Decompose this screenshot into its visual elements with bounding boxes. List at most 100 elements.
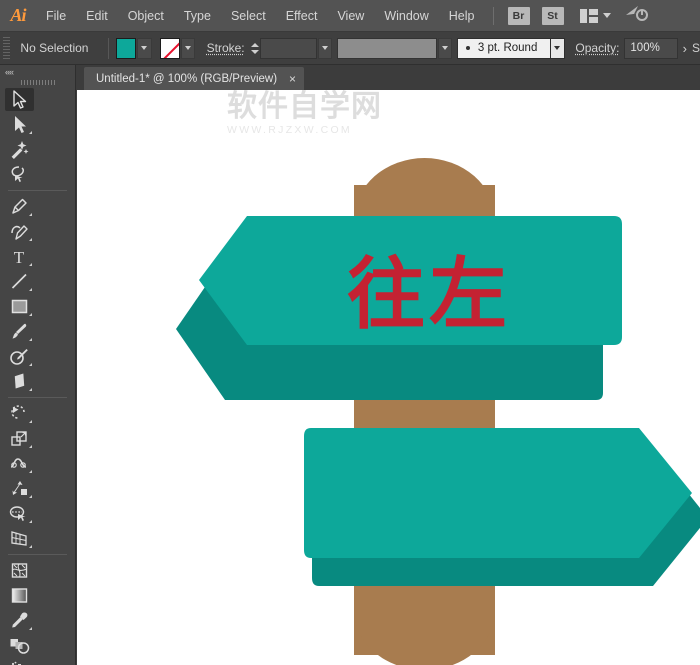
close-icon[interactable]: × <box>289 72 296 86</box>
stock-button[interactable]: St <box>542 7 564 25</box>
tool-more-indicator <box>29 520 32 523</box>
tool-more-indicator <box>29 263 32 266</box>
svg-text:T: T <box>14 248 25 266</box>
variable-width-profile-input[interactable] <box>337 38 436 59</box>
document-tab[interactable]: Untitled-1* @ 100% (RGB/Preview) × <box>84 67 304 90</box>
opacity-input[interactable]: 100% <box>624 38 677 59</box>
document-tab-title: Untitled-1* @ 100% (RGB/Preview) <box>96 73 277 85</box>
menu-window[interactable]: Window <box>374 0 438 32</box>
stroke-weight-label: Stroke: <box>207 41 245 55</box>
tool-paintbrush[interactable] <box>0 319 38 344</box>
document-tab-bar: Untitled-1* @ 100% (RGB/Preview) × <box>76 65 700 90</box>
variable-width-dropdown[interactable] <box>438 38 452 59</box>
menu-bar: Ai File Edit Object Type Select Effect V… <box>0 0 700 32</box>
tool-more-indicator <box>29 495 32 498</box>
tool-eraser[interactable] <box>0 369 38 394</box>
tool-line-segment[interactable] <box>0 269 38 294</box>
tool-more-indicator <box>29 213 32 216</box>
brush-definition-label: 3 pt. Round <box>478 42 537 54</box>
tool-gradient[interactable] <box>0 583 38 608</box>
tool-more-indicator <box>29 238 32 241</box>
menu-edit[interactable]: Edit <box>76 0 118 32</box>
menu-effect[interactable]: Effect <box>276 0 328 32</box>
tools-grid: T <box>0 87 75 665</box>
tool-more-indicator <box>29 545 32 548</box>
control-bar-grip[interactable] <box>3 37 10 59</box>
watermark: 软件自学网 WWW.RJZXW.COM <box>227 90 457 142</box>
menu-select[interactable]: Select <box>221 0 276 32</box>
tool-width[interactable] <box>0 451 38 476</box>
menu-view[interactable]: View <box>327 0 374 32</box>
tools-panel-grip[interactable] <box>0 78 75 87</box>
control-bar: No Selection Stroke: 3 pt. Round Opacity… <box>0 32 700 65</box>
tool-mesh[interactable] <box>0 558 38 583</box>
stroke-weight-stepper[interactable] <box>250 38 261 59</box>
tool-curvature[interactable] <box>0 219 38 244</box>
bridge-button[interactable]: Br <box>508 7 530 25</box>
menu-file[interactable]: File <box>36 0 76 32</box>
selection-status-label: No Selection <box>14 41 101 55</box>
divider <box>108 38 109 59</box>
menu-divider <box>493 7 494 25</box>
tool-type[interactable]: T <box>0 244 38 269</box>
tools-divider <box>8 554 67 555</box>
canvas-area[interactable]: 往左 软件自学网 WWW.RJZXW.COM <box>77 90 700 665</box>
tools-panel-header: «« <box>0 65 75 78</box>
tools-divider <box>8 397 67 398</box>
illustrator-window: Ai File Edit Object Type Select Effect V… <box>0 0 700 665</box>
stroke-weight-dropdown[interactable] <box>318 38 332 59</box>
menu-type[interactable]: Type <box>174 0 221 32</box>
tool-more-indicator <box>29 338 32 341</box>
workspace-switcher-icon <box>580 9 598 23</box>
tool-more-indicator <box>29 470 32 473</box>
tool-magic-wand[interactable] <box>0 137 38 162</box>
tool-shaper[interactable] <box>0 344 38 369</box>
tools-divider <box>8 190 67 191</box>
fill-color-swatch[interactable] <box>116 38 136 59</box>
tool-more-indicator <box>29 288 32 291</box>
tool-more-indicator <box>29 445 32 448</box>
watermark-url: WWW.RJZXW.COM <box>227 124 457 136</box>
stroke-swatch-dropdown[interactable] <box>181 38 195 59</box>
signpost-artwork <box>77 90 700 665</box>
tool-symbol-sprayer[interactable] <box>0 658 38 665</box>
tool-shape-builder[interactable] <box>0 501 38 526</box>
brush-definition-dropdown[interactable] <box>551 38 565 59</box>
tool-more-indicator <box>29 420 32 423</box>
artboard: 往左 软件自学网 WWW.RJZXW.COM <box>77 90 700 665</box>
tool-more-indicator <box>29 363 32 366</box>
tool-free-transform[interactable] <box>0 476 38 501</box>
tool-more-indicator <box>29 313 32 316</box>
opacity-options-button[interactable]: › <box>683 41 687 56</box>
app-logo-icon: Ai <box>0 0 36 32</box>
tool-perspective-grid[interactable] <box>0 526 38 551</box>
collapse-panel-button[interactable]: «« <box>5 67 13 77</box>
tool-blend[interactable] <box>0 633 38 658</box>
tool-pen[interactable] <box>0 194 38 219</box>
upper-sign-label: 往左 <box>347 255 511 335</box>
stroke-color-swatch[interactable] <box>160 38 180 59</box>
chevron-down-icon <box>603 13 611 18</box>
watermark-text: 软件自学网 <box>227 90 457 124</box>
workspace-switcher-button[interactable] <box>580 9 611 23</box>
tool-lasso[interactable] <box>0 162 38 187</box>
tool-rectangle[interactable] <box>0 294 38 319</box>
opacity-label: Opacity: <box>575 41 619 55</box>
tool-rotate[interactable] <box>0 401 38 426</box>
menu-help[interactable]: Help <box>439 0 485 32</box>
search-adobe-icon[interactable] <box>625 4 649 27</box>
tool-selection[interactable] <box>0 87 38 112</box>
tool-more-indicator <box>29 388 32 391</box>
brush-definition-input[interactable]: 3 pt. Round <box>457 38 551 59</box>
menu-object[interactable]: Object <box>118 0 174 32</box>
brush-round-icon <box>466 46 470 50</box>
tool-direct-selection[interactable] <box>0 112 38 137</box>
control-bar-overflow[interactable]: S <box>692 41 700 55</box>
stroke-weight-input[interactable] <box>260 38 317 59</box>
tool-scale[interactable] <box>0 426 38 451</box>
tool-eyedropper[interactable] <box>0 608 38 633</box>
tools-panel: «« T <box>0 65 76 665</box>
tool-more-indicator <box>29 627 32 630</box>
fill-swatch-dropdown[interactable] <box>137 38 151 59</box>
tool-more-indicator <box>29 131 32 134</box>
